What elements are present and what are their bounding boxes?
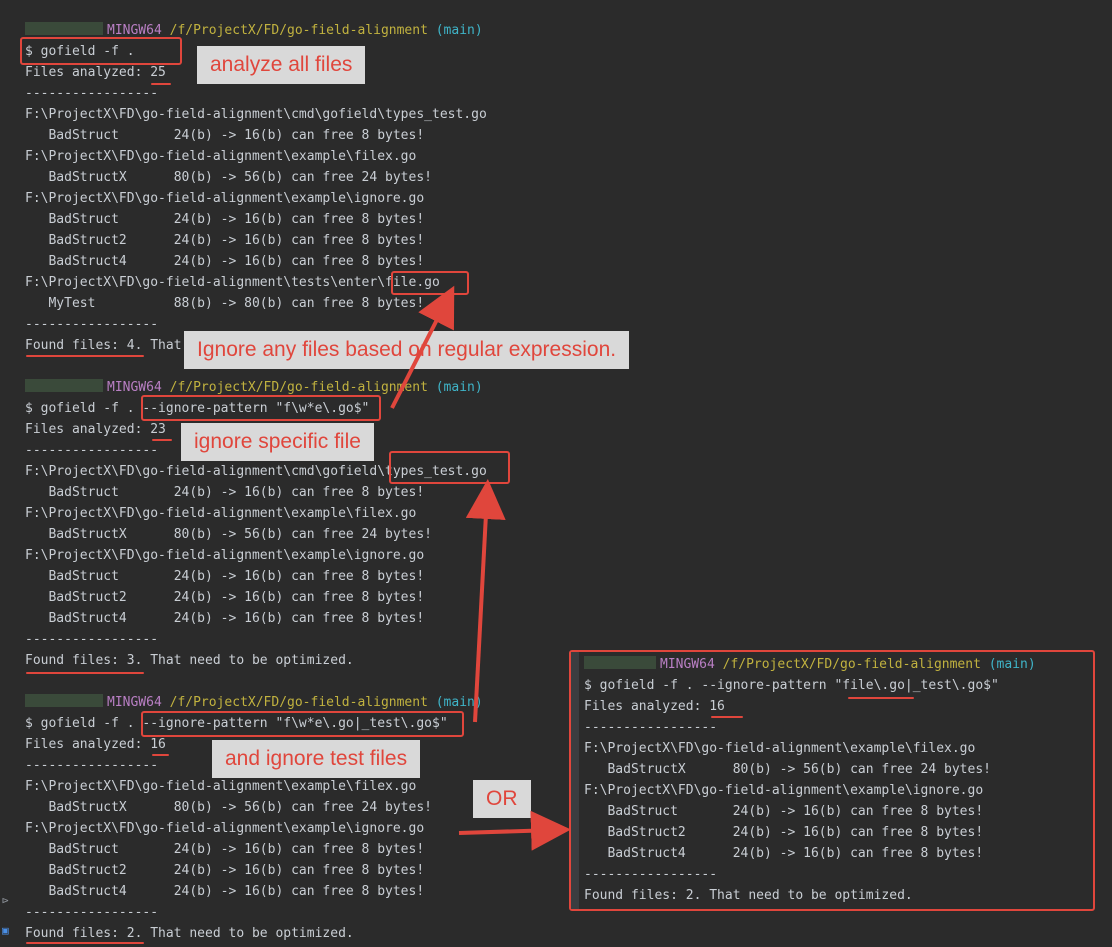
output-line: BadStruct4 24(b) -> 16(b) can free 8 byt… [25,884,425,899]
underline-found-3 [26,672,144,674]
prompt-host: MINGW64 [107,380,162,395]
command-line-4: $ gofield -f . --ignore-pattern "file\.g… [584,678,999,693]
alternative-output-panel: MINGW64 /f/ProjectX/FD/go-field-alignmen… [569,650,1095,911]
redacted-user [25,22,103,35]
arrow-to-types-test [465,479,506,723]
output-line: F:\ProjectX\FD\go-field-alignment\cmd\go… [25,107,487,122]
underline-16-panel [711,716,743,718]
panel-gutter [571,652,579,909]
output-line: F:\ProjectX\FD\go-field-alignment\exampl… [584,783,984,798]
arrow-to-panel [458,810,571,851]
highlight-types-test [389,451,510,484]
separator: ----------------- [584,720,718,735]
output-line: BadStruct2 24(b) -> 16(b) can free 8 byt… [584,825,984,840]
separator: ----------------- [25,86,159,101]
output-line: BadStruct2 24(b) -> 16(b) can free 8 byt… [25,233,425,248]
found-files-3: Found files: 2. That need to be optimize… [25,926,354,941]
prompt-branch: (main) [988,657,1036,672]
separator: ----------------- [25,758,159,773]
callout-ignore-specific: ignore specific file [181,423,374,461]
found-files-2: Found files: 3. That need to be optimize… [25,653,354,668]
output-line: BadStruct 24(b) -> 16(b) can free 8 byte… [25,842,425,857]
selected-gutter-icon[interactable]: ▣ [2,924,9,937]
callout-analyze-all: analyze all files [197,46,366,84]
files-analyzed-4: Files analyzed: 16 [584,699,725,714]
output-line: F:\ProjectX\FD\go-field-alignment\exampl… [25,191,425,206]
prompt-path: /f/ProjectX/FD/go-field-alignment [169,23,428,38]
redacted-strip [26,704,96,706]
prompt-path: /f/ProjectX/FD/go-field-alignment [722,657,981,672]
underline-25 [151,83,171,85]
found-files-4: Found files: 2. That need to be optimize… [584,888,913,903]
output-line: BadStructX 80(b) -> 56(b) can free 24 by… [25,527,432,542]
prompt-host: MINGW64 [660,657,715,672]
output-line: F:\ProjectX\FD\go-field-alignment\tests\… [25,275,440,290]
terminal-window[interactable]: MINGW64 /f/ProjectX/FD/go-field-alignmen… [0,0,1112,947]
prompt-path: /f/ProjectX/FD/go-field-alignment [169,380,428,395]
output-line: BadStruct 24(b) -> 16(b) can free 8 byte… [25,212,425,227]
output-line: BadStruct 24(b) -> 16(b) can free 8 byte… [25,569,425,584]
output-line: BadStruct4 24(b) -> 16(b) can free 8 byt… [25,254,425,269]
underline-found-4 [26,355,144,357]
callout-ignore-regex: Ignore any files based on regular expres… [184,331,630,369]
files-analyzed-2: Files analyzed: 23 [25,422,166,437]
output-line: F:\ProjectX\FD\go-field-alignment\exampl… [25,548,425,563]
output-line: BadStructX 80(b) -> 56(b) can free 24 by… [25,800,432,815]
callout-ignore-tests: and ignore test files [212,740,421,778]
separator: ----------------- [584,867,718,882]
highlight-file-go [391,271,469,295]
output-line: F:\ProjectX\FD\go-field-alignment\exampl… [25,779,417,794]
output-line: F:\ProjectX\FD\go-field-alignment\exampl… [25,506,417,521]
output-line: BadStruct4 24(b) -> 16(b) can free 8 byt… [584,846,984,861]
output-line: BadStruct 24(b) -> 16(b) can free 8 byte… [25,128,425,143]
separator: ----------------- [25,317,159,332]
prompt-line-4: MINGW64 /f/ProjectX/FD/go-field-alignmen… [584,654,1036,675]
output-line: F:\ProjectX\FD\go-field-alignment\exampl… [25,149,417,164]
files-analyzed-1: Files analyzed: 25 [25,65,166,80]
output-line: BadStruct 24(b) -> 16(b) can free 8 byte… [25,485,425,500]
redacted-user [25,379,103,392]
underline-16 [152,754,169,756]
underline-found-2 [26,942,144,944]
highlight-ignore-pattern-1 [141,395,381,421]
separator: ----------------- [25,905,159,920]
prompt-line-3: MINGW64 /f/ProjectX/FD/go-field-alignmen… [25,692,483,713]
callout-or: OR [473,780,531,818]
prompt-branch: (main) [435,23,483,38]
output-line: BadStruct 24(b) -> 16(b) can free 8 byte… [584,804,984,819]
output-line: MyTest 88(b) -> 80(b) can free 8 bytes! [25,296,425,311]
output-line: BadStruct4 24(b) -> 16(b) can free 8 byt… [25,611,425,626]
prompt-host: MINGW64 [107,695,162,710]
prompt-path: /f/ProjectX/FD/go-field-alignment [169,695,428,710]
highlight-ignore-pattern-2 [141,711,464,737]
terminal-gutter-icon[interactable]: ⊳ [2,894,9,907]
files-analyzed-3: Files analyzed: 16 [25,737,166,752]
output-line: F:\ProjectX\FD\go-field-alignment\exampl… [584,741,976,756]
output-line: BadStruct2 24(b) -> 16(b) can free 8 byt… [25,590,425,605]
underline-file-go [848,697,914,699]
highlight-command-1 [20,37,182,65]
underline-23 [152,439,172,441]
output-line: BadStructX 80(b) -> 56(b) can free 24 by… [584,762,991,777]
output-line: F:\ProjectX\FD\go-field-alignment\exampl… [25,821,425,836]
prompt-branch: (main) [435,695,483,710]
output-line: BadStructX 80(b) -> 56(b) can free 24 by… [25,170,432,185]
output-line: BadStruct2 24(b) -> 16(b) can free 8 byt… [25,863,425,878]
redacted-user [584,656,656,669]
separator: ----------------- [25,632,159,647]
prompt-host: MINGW64 [107,23,162,38]
separator: ----------------- [25,443,159,458]
left-gutter: ⊳ ▣ [0,880,14,947]
prompt-branch: (main) [435,380,483,395]
